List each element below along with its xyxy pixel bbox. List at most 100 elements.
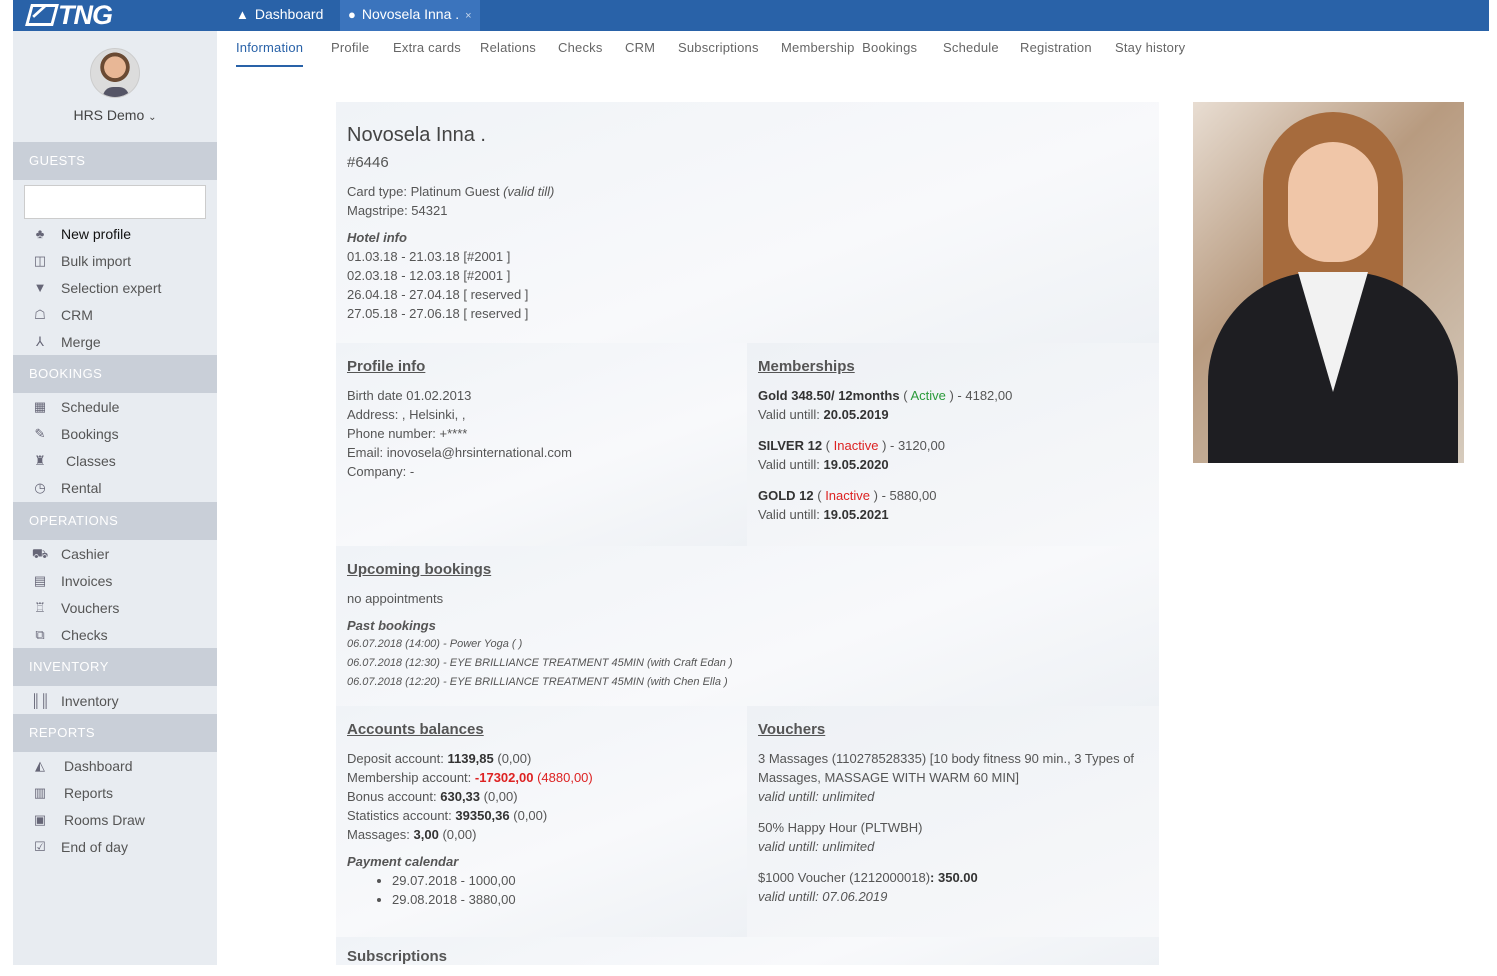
copy-icon: ⧉ [35, 627, 45, 642]
tab-stay-history[interactable]: Stay history [1115, 40, 1185, 65]
tab-registration[interactable]: Registration [1020, 40, 1092, 65]
sidebar-item-bookings[interactable]: ✎ Bookings [13, 421, 217, 447]
account-row: Membership account: -17302,00 (4880,00) [347, 770, 593, 785]
avatar[interactable] [90, 48, 140, 98]
voucher-item: 3 Massages (110278528335) [10 body fitne… [758, 751, 1135, 785]
tab-relations[interactable]: Relations [480, 40, 536, 65]
tab-extra-cards[interactable]: Extra cards [393, 40, 461, 65]
gift-icon: ♖ [34, 600, 46, 615]
bar-chart-icon: ▥ [33, 785, 47, 800]
sidebar: HRS Demo ⌄ GUESTS ♣ New profile ◫ Bulk imp… [13, 31, 217, 965]
top-bar: TNG ▲ Dashboard ● Novosela Inna . × [13, 0, 1489, 31]
crm-icon: ☖ [34, 307, 46, 322]
sidebar-item-rental[interactable]: ◷ Rental [13, 475, 217, 501]
hotel-info-row: 01.03.18 - 21.03.18 [#2001 ] [347, 249, 511, 264]
upcoming-bookings-title[interactable]: Upcoming bookings [347, 560, 1148, 579]
sidebar-item-checks[interactable]: ⧉ Checks [13, 622, 217, 648]
sidebar-item-crm[interactable]: ☖ CRM [13, 302, 217, 328]
section-inventory: INVENTORY [13, 648, 217, 686]
sidebar-item-rooms-draw[interactable]: ▣ Rooms Draw [13, 807, 217, 833]
voucher-valid: valid untill: unlimited [758, 839, 875, 854]
merge-icon: ⅄ [36, 334, 44, 349]
user-menu[interactable]: HRS Demo ⌄ [13, 107, 217, 123]
chevron-down-icon: ⌄ [148, 112, 157, 123]
area-chart-icon: ◭ [35, 758, 45, 773]
edit-icon: ✎ [34, 426, 46, 441]
sidebar-item-reports[interactable]: ▥ Reports [13, 780, 217, 806]
voucher-valid: valid untill: 07.06.2019 [758, 889, 888, 904]
cart-icon: ⛟ [31, 546, 49, 561]
account-row: Massages: 3,00 (0,00) [347, 827, 477, 842]
account-row: Bonus account: 630,33 (0,00) [347, 789, 518, 804]
tab-dashboard[interactable]: ▲ Dashboard [228, 0, 331, 31]
sidebar-item-schedule[interactable]: ▦ Schedule [13, 394, 217, 420]
tab-schedule[interactable]: Schedule [943, 40, 999, 65]
membership-valid: Valid untill: 19.05.2021 [758, 507, 889, 522]
hotel-info-title: Hotel info [347, 230, 407, 245]
sidebar-item-new-profile[interactable]: ♣ New profile [13, 221, 217, 247]
payment-item: 29.07.2018 - 1000,00 [392, 871, 736, 890]
section-guests: GUESTS [13, 142, 217, 180]
tab-guest-profile[interactable]: ● Novosela Inna . × [340, 0, 480, 31]
past-booking: 06.07.2018 (12:30) - EYE BRILLIANCE TREA… [347, 657, 733, 669]
bookings-card: Upcoming bookings no appointments Past b… [336, 546, 1159, 706]
company: Company: - [347, 464, 415, 479]
guest-search-input[interactable] [24, 185, 206, 219]
tab-membership-bookings[interactable]: Membership Bookings [781, 40, 917, 65]
filter-icon: ▼ [33, 280, 47, 295]
payment-calendar-title: Payment calendar [347, 854, 459, 869]
subscriptions-title[interactable]: Subscriptions [347, 947, 1148, 966]
sidebar-item-cashier[interactable]: ⛟ Cashier [13, 541, 217, 567]
sidebar-item-bulk-import[interactable]: ◫ Bulk import [13, 248, 217, 274]
phone-number: Phone number: +**** [347, 426, 468, 441]
file-icon: ▤ [33, 573, 47, 588]
app-logo[interactable]: TNG [25, 0, 113, 31]
hotel-info-row: 27.05.18 - 27.06.18 [ reserved ] [347, 306, 529, 321]
voucher-item: 50% Happy Hour (PLTWBH) [758, 820, 923, 835]
guest-name: Novosela Inna . [347, 124, 486, 146]
hotel-info-row: 26.04.18 - 27.04.18 [ reserved ] [347, 287, 529, 302]
guest-photo [1193, 102, 1464, 463]
tab-subscriptions[interactable]: Subscriptions [678, 40, 759, 65]
check-square-icon: ☑ [34, 839, 46, 854]
sidebar-item-vouchers[interactable]: ♖ Vouchers [13, 595, 217, 621]
account-row: Deposit account: 1139,85 (0,00) [347, 751, 532, 766]
hotel-info-row: 02.03.18 - 12.03.18 [#2001 ] [347, 268, 511, 283]
guest-header-card: Novosela Inna . #6446 Card type: Platinu… [336, 102, 1159, 343]
profile-info-card: Profile info Birth date 01.02.2013 Addre… [336, 343, 747, 546]
memberships-title[interactable]: Memberships [758, 357, 1148, 376]
voucher-item: $1000 Voucher (1212000018): 350.00 [758, 870, 978, 885]
vouchers-card: Vouchers 3 Massages (110278528335) [10 b… [747, 706, 1159, 937]
logo-icon [25, 4, 59, 26]
sidebar-item-classes[interactable]: ♜ Classes [13, 448, 217, 474]
tab-checks[interactable]: Checks [558, 40, 603, 65]
no-appointments: no appointments [347, 591, 444, 606]
membership-valid: Valid untill: 19.05.2020 [758, 457, 889, 472]
section-operations: OPERATIONS [13, 502, 217, 540]
clock-icon: ◷ [34, 480, 46, 495]
payment-item: 29.08.2018 - 3880,00 [392, 890, 736, 909]
columns-icon: ◫ [33, 253, 47, 268]
subscriptions-card: Subscriptions [336, 937, 1159, 965]
sidebar-item-inventory[interactable]: ║║ Inventory [13, 688, 217, 714]
tab-information[interactable]: Information [236, 40, 304, 67]
sidebar-item-invoices[interactable]: ▤ Invoices [13, 568, 217, 594]
sidebar-item-dashboard[interactable]: ◭ Dashboard [13, 753, 217, 779]
magstripe: Magstripe: 54321 [347, 203, 448, 218]
profile-info-title[interactable]: Profile info [347, 357, 736, 376]
sidebar-item-merge[interactable]: ⅄ Merge [13, 329, 217, 355]
accounts-card: Accounts balances Deposit account: 1139,… [336, 706, 747, 937]
sidebar-item-end-of-day[interactable]: ☑ End of day [13, 834, 217, 860]
tab-crm[interactable]: CRM [625, 40, 655, 65]
chart-area-icon: ▲ [236, 7, 249, 22]
vouchers-title[interactable]: Vouchers [758, 720, 1148, 739]
graduation-cap-icon: ♜ [34, 453, 46, 468]
close-icon[interactable]: × [465, 10, 471, 22]
building-icon: ▣ [33, 812, 47, 827]
guest-number: #6446 [347, 154, 389, 171]
sidebar-item-selection-expert[interactable]: ▼ Selection expert [13, 275, 217, 301]
barcode-icon: ║║ [31, 693, 50, 708]
accounts-title[interactable]: Accounts balances [347, 720, 736, 739]
tab-profile[interactable]: Profile [331, 40, 369, 65]
email: Email: inovosela@hrsinternational.com [347, 445, 572, 460]
